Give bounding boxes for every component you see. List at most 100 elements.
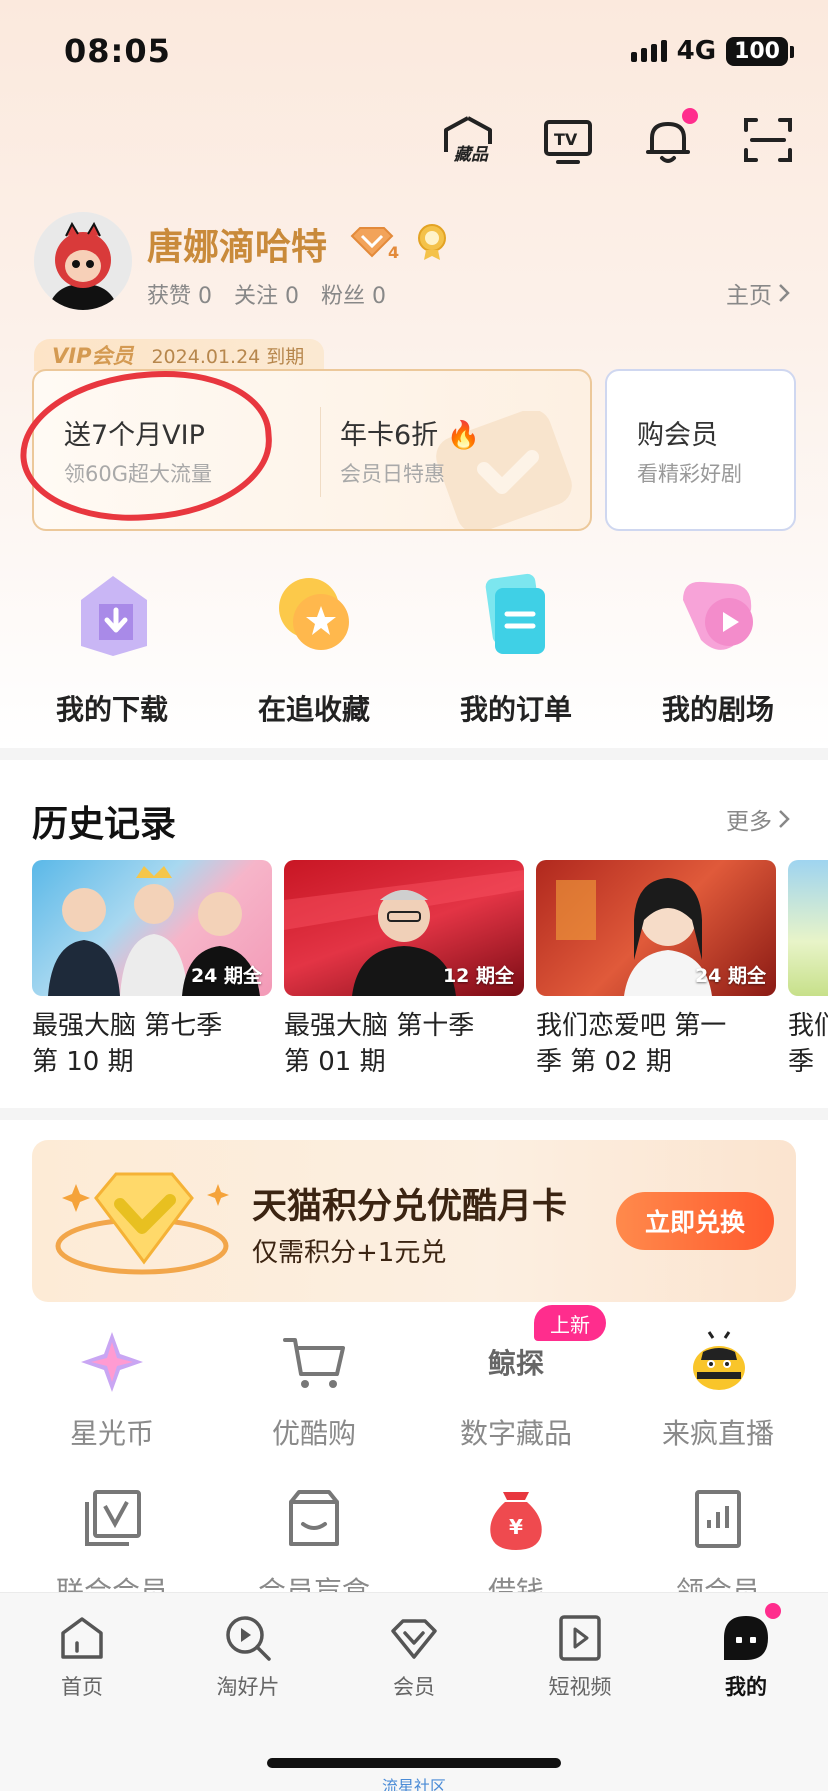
tv-icon-label: TV	[554, 130, 578, 149]
history-item-title: 我们恋爱吧 第一 季 第 02 期	[536, 1008, 776, 1080]
tab-notification-dot	[765, 1603, 781, 1619]
battery-level: 100	[734, 38, 780, 64]
medal-icon	[414, 222, 450, 266]
vip-offer-annual-discount[interactable]: 年卡6折 🔥 会员日特惠	[340, 413, 480, 488]
history-more-link[interactable]: 更多	[726, 802, 790, 836]
watermark: 流星社区	[381, 1777, 446, 1791]
vip-label: VIP会员	[52, 344, 134, 368]
homepage-link[interactable]: 主页	[726, 276, 790, 310]
episode-count: 24 期全	[190, 965, 262, 987]
collection-icon[interactable]: 藏品	[440, 112, 496, 168]
history-title: 历史记录	[32, 804, 177, 845]
history-item[interactable]: 24 期全 我们恋爱吧 第一 季 第 02 期	[536, 860, 776, 1080]
tab-label: 首页	[61, 1675, 103, 1699]
service-label: 来疯直播	[661, 1417, 774, 1450]
quick-label: 在追收藏	[257, 693, 370, 726]
tab-home[interactable]: 首页	[22, 1613, 142, 1701]
status-indicators: 4G 100	[630, 36, 794, 66]
star-coin-icon	[77, 1330, 147, 1394]
header-actions: 藏品 TV	[440, 108, 796, 168]
history-thumbnail	[788, 860, 828, 996]
likes-count[interactable]: 获赞 0	[147, 278, 212, 310]
section-divider	[0, 748, 828, 760]
tab-label: 我的	[725, 1675, 767, 1699]
title-line: 季 第 02 期	[536, 1047, 672, 1077]
episode-count: 12 期全	[442, 965, 514, 987]
history-item[interactable]: 我们 季	[788, 860, 828, 1080]
service-label: 数字藏品	[459, 1417, 572, 1450]
avatar[interactable]	[34, 212, 132, 310]
signal-icon	[630, 40, 667, 62]
scan-icon[interactable]	[740, 112, 796, 168]
quick-label: 我的剧场	[661, 693, 774, 726]
title-line: 最强大脑 第七季	[32, 1011, 223, 1041]
tab-membership[interactable]: 会员	[354, 1613, 474, 1701]
notification-dot	[682, 108, 698, 124]
quick-favorites[interactable]: 在追收藏	[224, 570, 404, 728]
bee-icon	[683, 1330, 753, 1394]
quick-label: 我的订单	[459, 693, 572, 726]
service-youku-shop[interactable]: 优酷购	[224, 1330, 404, 1452]
offer2-sub: 会员日特惠	[340, 462, 445, 486]
history-thumbnail: 24 期全	[536, 860, 776, 996]
fans-count[interactable]: 粉丝 0	[321, 278, 386, 310]
order-icon	[471, 570, 561, 660]
tv-cast-icon[interactable]: TV	[540, 112, 596, 168]
quick-label: 我的下载	[55, 693, 168, 726]
blind-box-icon	[279, 1488, 349, 1552]
money-bag-icon: ¥	[481, 1488, 551, 1552]
tab-label: 淘好片	[216, 1675, 280, 1699]
star-bookmark-icon	[269, 570, 359, 660]
following-count[interactable]: 关注 0	[234, 278, 299, 310]
tab-label: 会员	[393, 1675, 435, 1699]
profile-face-icon	[721, 1603, 781, 1663]
promo-banner[interactable]: 天猫积分兑优酷月卡 仅需积分+1元兑 立即兑换	[32, 1140, 796, 1302]
tab-label: 短视频	[548, 1675, 612, 1699]
tab-mine[interactable]: 我的	[686, 1603, 806, 1701]
username[interactable]: 唐娜滴哈特	[147, 218, 327, 270]
offer2-main: 年卡6折 🔥	[340, 413, 480, 452]
title-line: 第 01 期	[284, 1047, 386, 1077]
history-item-title: 最强大脑 第七季 第 10 期	[32, 1008, 272, 1080]
banner-subtitle: 仅需积分+1元兑	[252, 1238, 447, 1268]
title-line: 第 10 期	[32, 1047, 134, 1077]
episode-count: 24 期全	[694, 965, 766, 987]
history-thumbnail: 12 期全	[284, 860, 524, 996]
tab-short-video[interactable]: 短视频	[520, 1613, 640, 1701]
history-thumbnail: 24 期全	[32, 860, 272, 996]
history-item[interactable]: 12 期全 最强大脑 第十季 第 01 期	[284, 860, 524, 1080]
digital-icon-text: 鲸探	[487, 1347, 544, 1380]
quick-orders[interactable]: 我的订单	[426, 570, 606, 728]
title-line: 季	[788, 1047, 815, 1077]
vip-divider	[320, 407, 321, 497]
homepage-label: 主页	[726, 283, 772, 309]
status-time: 08:05	[64, 32, 171, 70]
buy-membership-card[interactable]: 购会员 看精彩好剧	[605, 369, 796, 531]
history-item[interactable]: 24 期全 最强大脑 第七季 第 10 期	[32, 860, 272, 1080]
tab-discover[interactable]: 淘好片	[188, 1613, 308, 1701]
vip-expiry: 2024.01.24 到期	[151, 345, 305, 368]
bell-icon[interactable]	[640, 108, 698, 168]
shopping-cart-icon	[279, 1330, 349, 1394]
buy-main: 购会员	[637, 420, 718, 451]
home-icon	[57, 1613, 107, 1663]
history-item-title: 我们 季	[788, 1008, 828, 1080]
download-icon	[67, 570, 157, 660]
redeem-button[interactable]: 立即兑换	[616, 1192, 774, 1250]
quick-downloads[interactable]: 我的下载	[22, 570, 202, 728]
quick-theater[interactable]: 我的剧场	[628, 570, 808, 728]
play-theater-icon	[673, 570, 763, 660]
more-label: 更多	[726, 809, 772, 835]
level-badge-icon: 4	[348, 222, 404, 266]
search-play-icon	[223, 1613, 273, 1663]
diamond-heart-icon	[55, 1172, 229, 1275]
collection-icon-label: 藏品	[453, 145, 489, 165]
offer2-main-text: 年卡6折	[340, 420, 439, 451]
service-digital-collectibles[interactable]: 鲸探 数字藏品	[426, 1330, 606, 1452]
home-indicator[interactable]	[267, 1758, 561, 1768]
service-laifeng-live[interactable]: 来疯直播	[628, 1330, 808, 1452]
level-number: 4	[388, 243, 399, 262]
battery-icon: 100	[726, 36, 794, 66]
service-star-coins[interactable]: 星光币	[22, 1330, 202, 1452]
diamond-icon	[389, 1613, 439, 1663]
